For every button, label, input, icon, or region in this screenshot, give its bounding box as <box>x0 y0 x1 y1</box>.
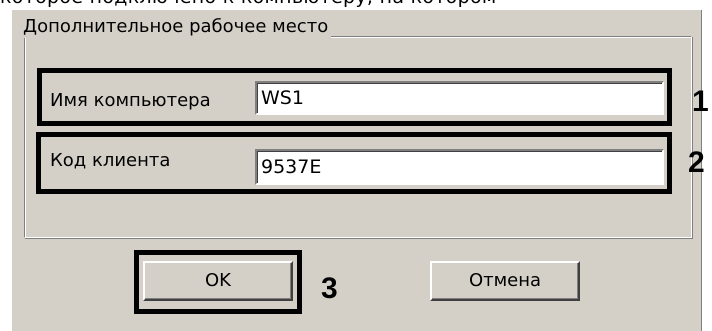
computer-name-input[interactable] <box>255 81 664 115</box>
computer-name-label: Имя компьютера <box>50 90 211 111</box>
cancel-button[interactable]: Отмена <box>430 261 580 301</box>
annotation-number-2: 2 <box>688 146 705 179</box>
ok-button[interactable]: OK <box>143 261 293 301</box>
annotation-number-1: 1 <box>692 85 709 118</box>
group-title: Дополнительное рабочее место <box>20 16 332 38</box>
client-code-input[interactable] <box>255 149 664 185</box>
annotation-number-3: 3 <box>321 272 338 305</box>
client-code-label: Код клиента <box>50 150 171 171</box>
partial-header-text: которое подключено к компьютеру, на кото… <box>0 0 712 8</box>
